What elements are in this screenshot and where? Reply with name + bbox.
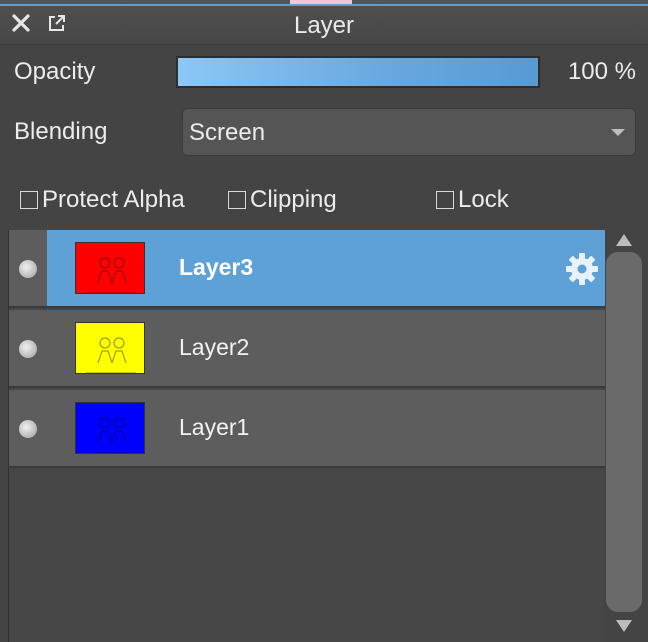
layer-row-layer1[interactable]: Layer1	[9, 390, 605, 468]
blending-select[interactable]: Screen	[182, 108, 636, 156]
layer-name: Layer2	[179, 334, 250, 360]
clipping-label: Clipping	[250, 186, 337, 213]
layer-name: Layer1	[179, 414, 250, 440]
clipping-checkbox[interactable]: Clipping	[228, 186, 337, 214]
protect-alpha-label: Protect Alpha	[42, 186, 185, 213]
layer-row-layer2[interactable]: Layer2	[9, 310, 605, 388]
visibility-toggle[interactable]	[19, 340, 37, 358]
visibility-toggle[interactable]	[19, 420, 37, 438]
opacity-slider-fill	[178, 58, 538, 86]
panel-title: Layer	[293, 12, 355, 39]
layer-list: Layer3 Layer2 Layer1	[8, 230, 605, 642]
layer-row-layer3[interactable]: Layer3	[9, 230, 605, 308]
opacity-label: Opacity	[14, 58, 96, 85]
chevron-down-icon	[611, 129, 625, 136]
checkbox-box	[228, 191, 246, 209]
checkbox-box	[436, 191, 454, 209]
lock-label: Lock	[458, 186, 509, 213]
layer-thumbnail	[75, 242, 145, 294]
layer-thumbnail	[75, 402, 145, 454]
panel-titlebar: Layer	[0, 6, 648, 45]
scroll-up-icon[interactable]	[616, 234, 632, 246]
checkbox-box	[20, 191, 38, 209]
opacity-slider[interactable]	[176, 56, 540, 88]
opacity-value: 100 %	[567, 58, 636, 85]
lock-checkbox[interactable]: Lock	[436, 186, 509, 214]
protect-alpha-checkbox[interactable]: Protect Alpha	[20, 186, 185, 214]
blending-selected-value: Screen	[189, 119, 266, 146]
layer-list-scrollbar[interactable]	[606, 230, 642, 636]
gear-icon[interactable]	[565, 252, 599, 286]
scroll-down-icon[interactable]	[616, 620, 632, 632]
visibility-toggle[interactable]	[19, 260, 37, 278]
layer-thumbnail	[75, 322, 145, 374]
blending-label: Blending	[14, 118, 108, 145]
scrollbar-thumb[interactable]	[606, 252, 642, 612]
layer-name: Layer3	[179, 254, 254, 280]
